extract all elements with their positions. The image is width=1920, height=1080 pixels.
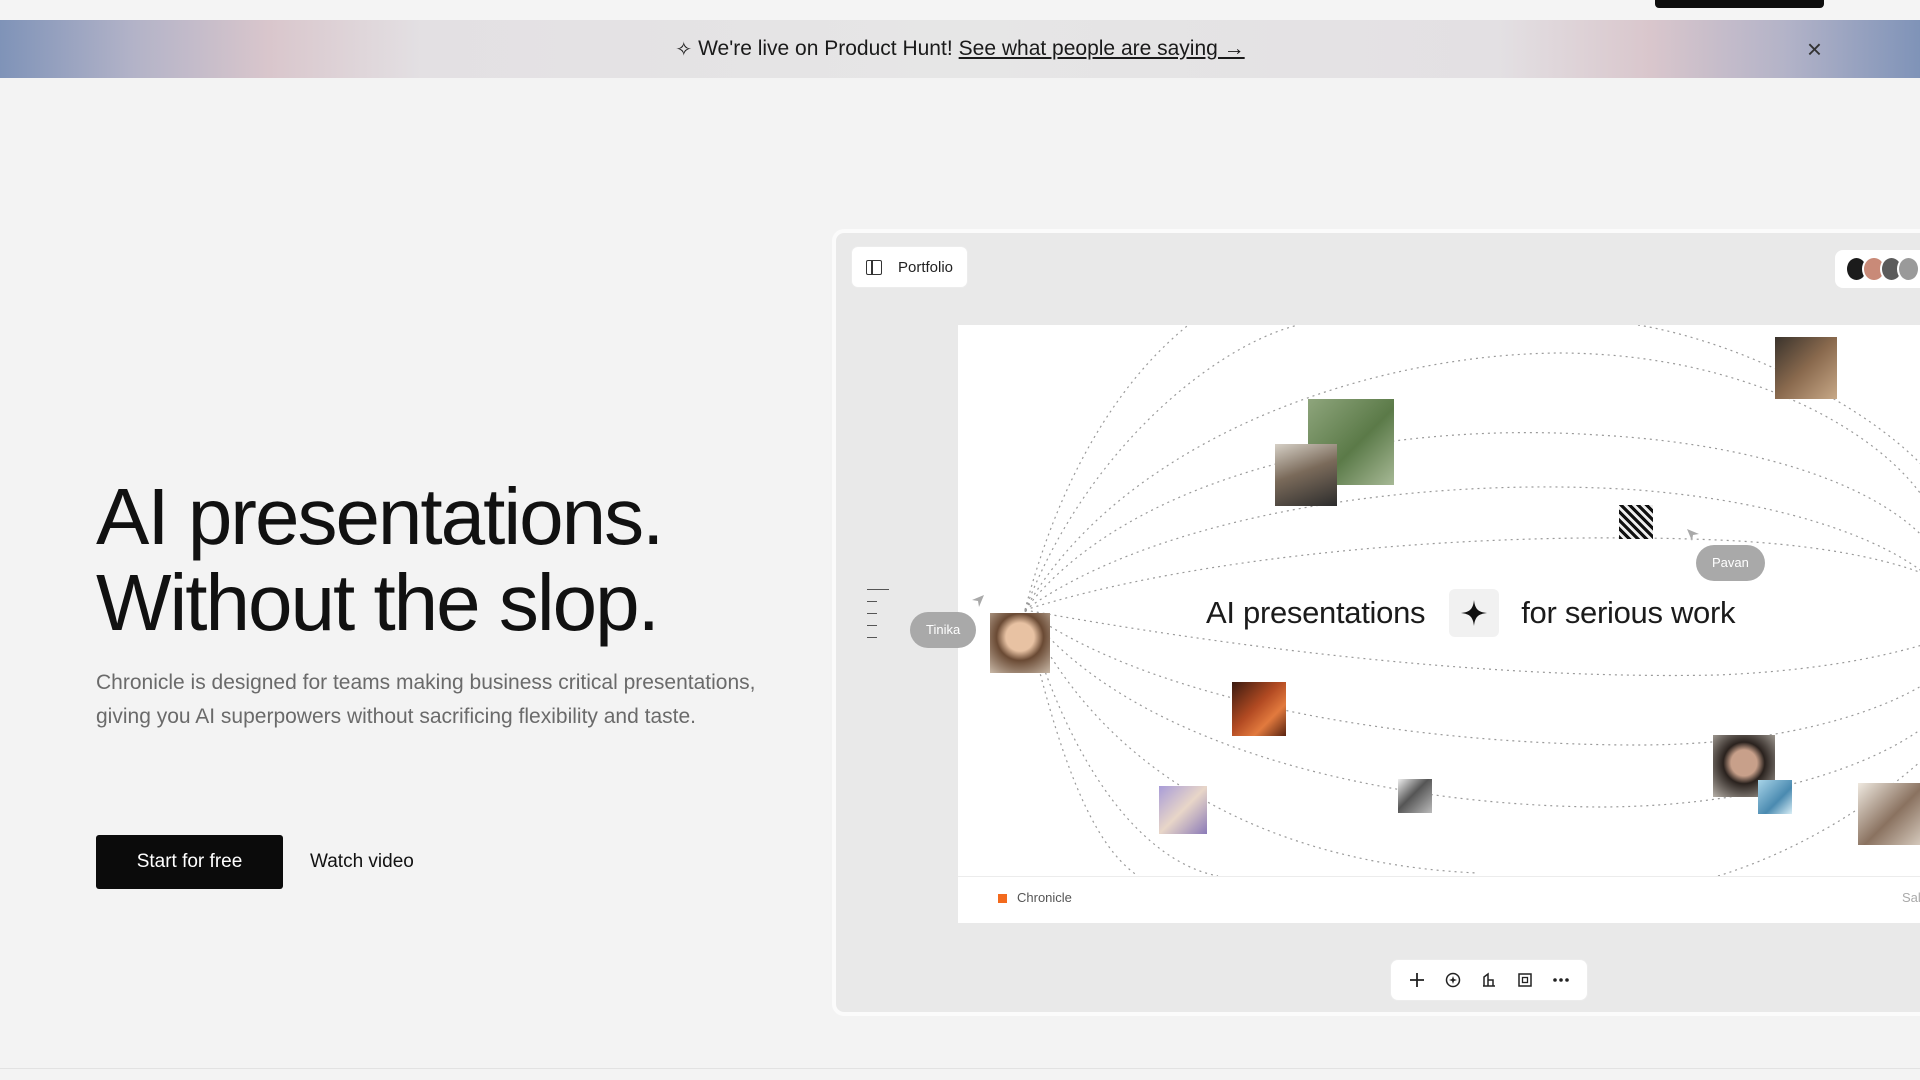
portfolio-button[interactable]: Portfolio bbox=[852, 247, 967, 287]
header-cta-button[interactable] bbox=[1655, 0, 1824, 8]
collaborator-cursor-label: Pavan bbox=[1696, 545, 1765, 581]
avatar bbox=[1896, 256, 1920, 282]
pattern-image bbox=[1619, 505, 1653, 539]
more-icon[interactable] bbox=[1548, 967, 1574, 993]
banner-text: We're live on Product Hunt! bbox=[698, 37, 953, 60]
sidebar-icon bbox=[866, 259, 882, 275]
hero-description: Chronicle is designed for teams making b… bbox=[96, 671, 756, 728]
watch-video-button[interactable]: Watch video bbox=[300, 835, 424, 889]
announcement-banner: ✧ We're live on Product Hunt! See what p… bbox=[0, 20, 1920, 78]
slide-footer-brand: Chronicle bbox=[1017, 890, 1072, 905]
add-icon[interactable] bbox=[1404, 967, 1430, 993]
slide-footer-right: Sale bbox=[1901, 890, 1920, 905]
ai-icon[interactable] bbox=[1440, 967, 1466, 993]
sparkle-icon: ✧ bbox=[675, 38, 693, 61]
start-for-free-button[interactable]: Start for free bbox=[96, 835, 283, 889]
editor-toolbar bbox=[1391, 960, 1587, 1000]
section-divider bbox=[0, 1068, 1920, 1069]
collaborator-avatars[interactable] bbox=[1835, 250, 1920, 288]
cursor-arrow-icon bbox=[1687, 529, 1699, 541]
top-strip bbox=[0, 0, 1920, 20]
slide-thumbnails-indicator[interactable] bbox=[867, 589, 889, 649]
abstract-image bbox=[1232, 682, 1286, 736]
slide-headline-left: AI presentations bbox=[1206, 595, 1426, 630]
shapes-icon[interactable] bbox=[1476, 967, 1502, 993]
hero-title-line-2: Without the slop. bbox=[96, 558, 660, 647]
slide-footer: Chronicle Sale bbox=[958, 876, 1920, 923]
slide-headline-right: for serious work bbox=[1521, 595, 1736, 630]
ai-sparkle-icon bbox=[1449, 589, 1500, 637]
portrait-image bbox=[1159, 786, 1207, 834]
slide-headline: AI presentations for serious work bbox=[958, 589, 1920, 637]
close-icon[interactable]: × bbox=[1807, 36, 1822, 62]
slide-canvas[interactable]: AI presentations for serious work Chroni… bbox=[958, 325, 1920, 923]
hero-title: AI presentations. Without the slop. bbox=[96, 472, 664, 647]
portrait-image bbox=[1275, 444, 1337, 506]
portfolio-label: Portfolio bbox=[898, 258, 954, 276]
collaborator-cursor-label: Tinika bbox=[910, 612, 977, 648]
cursor-arrow-icon bbox=[972, 595, 984, 607]
portrait-image bbox=[1398, 779, 1432, 813]
banner-link[interactable]: See what people are saying → bbox=[959, 37, 1245, 61]
chronicle-logo-icon bbox=[998, 894, 1007, 903]
frame-icon[interactable] bbox=[1512, 967, 1538, 993]
abstract-image bbox=[1758, 780, 1792, 814]
hero-title-line-1: AI presentations. bbox=[96, 472, 664, 561]
office-image bbox=[1775, 337, 1837, 399]
office-image bbox=[1858, 783, 1920, 845]
